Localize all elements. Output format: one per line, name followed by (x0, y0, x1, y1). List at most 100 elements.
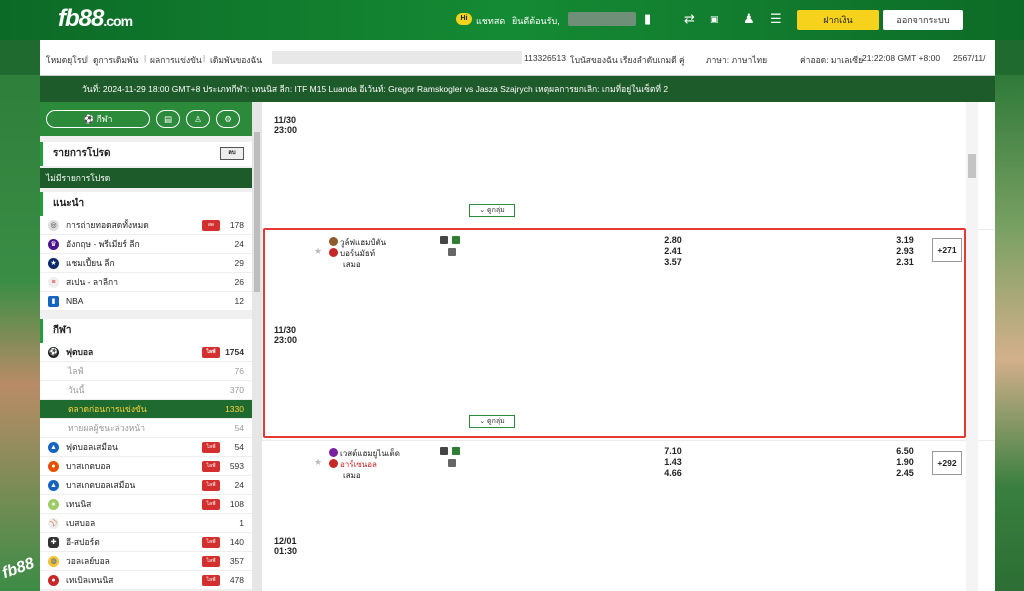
recommended-item-laliga[interactable]: ≡ สเปน - ลาลีกา 26 (40, 273, 252, 292)
promo-icon[interactable]: ▣ (710, 11, 719, 27)
football-sub-today[interactable]: วันนี้ 370 (40, 381, 252, 400)
group-icon[interactable] (448, 248, 456, 256)
match-3-datetime: 12/01 01:30 (274, 536, 298, 556)
match-3-x12-away[interactable]: 1.43 (658, 457, 688, 467)
tab-betslip-icon[interactable]: ▤ (156, 110, 180, 128)
tab-settings-icon[interactable]: ⚙ (216, 110, 240, 128)
live-stream-icon[interactable] (452, 447, 460, 455)
recommended-item-premier-league[interactable]: ♛ อังกฤษ - พรีเมียร์ ลีก 24 (40, 235, 252, 254)
logout-button[interactable]: ออกจากระบบ (883, 10, 963, 30)
odds-type-dropdown[interactable]: คู่ (679, 53, 685, 67)
live-stream-icon[interactable] (452, 236, 460, 244)
expand-markets-button[interactable]: ⌄ ดูกลุ่ม (469, 204, 515, 217)
chat-icon[interactable]: Hi (456, 13, 472, 25)
match-2-x12-draw[interactable]: 3.57 (658, 257, 688, 267)
match-2-ht-x12-draw[interactable]: 2.31 (890, 257, 920, 267)
live-badge: ไลฟ์ (202, 556, 220, 567)
odds-table: 11/30 23:00 ★ วูล์ฟแฮมป์ตัน บอร์นมัธท์ เส… (262, 102, 995, 591)
background-right-image (995, 75, 1024, 591)
sport-item-esports[interactable]: ✚ อี-สปอร์ต ไลฟ์ 140 (40, 533, 252, 552)
clock: 21:22:08 GMT +8:00 (862, 53, 941, 63)
match-3-draw-label: เสมอ (343, 471, 361, 480)
blurred-area (272, 51, 522, 64)
background-left-image (0, 75, 40, 591)
live-badge: ไลฟ์ (202, 537, 220, 548)
live-badge: ไลฟ์ (202, 575, 220, 586)
football-icon: ⚽ (48, 347, 59, 358)
sort-dropdown[interactable]: เรียงลำดับเกมดี (620, 53, 677, 67)
odds-scrollbar[interactable] (966, 102, 978, 591)
match-3-x12-draw[interactable]: 4.66 (658, 468, 688, 478)
match-2-datetime: 11/30 23:00 (274, 325, 298, 345)
user-icon[interactable]: ♟ (743, 11, 755, 27)
laliga-icon: ≡ (48, 277, 59, 288)
sport-item-football[interactable]: ⚽ ฟุตบอล ไลฟ์ 1754 (40, 343, 252, 362)
tab-sports[interactable]: ⚽ กีฬา (46, 110, 150, 128)
sports-header: กีฬา (40, 319, 252, 343)
live-badge: ไลฟ์ (202, 480, 220, 491)
account-number: 113326513 (524, 53, 566, 63)
sport-item-volleyball[interactable]: ◍ วอลเลย์บอล ไลฟ์ 357 (40, 552, 252, 571)
list-icon[interactable]: ☰ (770, 11, 782, 27)
match-3-x12-home[interactable]: 7.10 (658, 446, 688, 456)
match-2-ht-x12-away[interactable]: 2.93 (890, 246, 920, 256)
sport-item-virtual-football[interactable]: ▲ ฟุตบอลเสมือน ไลฟ์ 54 (40, 438, 252, 457)
tab-user-icon[interactable]: ♙ (186, 110, 210, 128)
baseball-icon: ⚾ (48, 518, 59, 529)
announcement-ticker: วันที่: 2024-11-29 18:00 GMT+8 ประเภทกีฬ… (40, 76, 995, 102)
live-badge: ไลฟ์ (202, 461, 220, 472)
transfer-icon[interactable]: ⇄ (684, 11, 695, 27)
favourites-header: รายการโปรด ลบ (40, 142, 252, 166)
sport-item-tennis[interactable]: ● เทนนิส ไลฟ์ 108 (40, 495, 252, 514)
balance-icon[interactable]: ▮ (644, 11, 651, 27)
site-logo[interactable]: fb88.com (58, 5, 133, 33)
bournemouth-crest-icon (329, 248, 338, 257)
odds-format-dropdown[interactable]: ค่าออด: มาเลเซีย (800, 53, 863, 67)
sidebar-scrollbar-thumb[interactable] (254, 132, 260, 292)
menu-item-view-bets[interactable]: ดูการเดิมพัน (93, 53, 138, 67)
favourite-star-icon[interactable]: ★ (314, 246, 322, 257)
westham-crest-icon (329, 448, 338, 457)
expand-markets-button[interactable]: ⌄ ดูกลุ่ม (469, 415, 515, 428)
nba-icon: ▮ (48, 296, 59, 307)
match-2-x12-away[interactable]: 2.41 (658, 246, 688, 256)
top-header: fb88.com Hi แชทสด ยินดีต้อนรับ, ▮ ⇄ ▣ ♟ … (0, 0, 1024, 40)
menu-item-my-bets[interactable]: เดิมพันของฉัน (210, 53, 262, 67)
recommended-header: แนะนำ (40, 192, 252, 216)
live-badge: สด (202, 220, 220, 231)
sport-item-virtual-basketball[interactable]: ▲ บาสเกตบอลเสมือน ไลฟ์ 24 (40, 476, 252, 495)
live-badge: ไลฟ์ (202, 442, 220, 453)
language-dropdown[interactable]: ภาษา: ภาษาไทย (706, 53, 767, 67)
volleyball-icon: ◍ (48, 556, 59, 567)
sport-item-table-tennis[interactable]: ● เทเบิลเทนนิส ไลฟ์ 478 (40, 571, 252, 590)
group-icon[interactable] (448, 459, 456, 467)
sidebar-scrollbar[interactable] (252, 102, 262, 591)
football-sub-outright[interactable]: ทายผลผู้ชนะล่วงหน้า 54 (40, 419, 252, 438)
info-bar: โหมดยุโรป | ดูการเดิมพัน | ผลการแข่งขัน … (40, 40, 995, 76)
recommended-item-champions-league[interactable]: ★ แชมเปี้ยน ลีก 29 (40, 254, 252, 273)
stats-icon[interactable] (440, 236, 448, 244)
favourites-clear-button[interactable]: ลบ (220, 147, 244, 160)
stats-icon[interactable] (440, 447, 448, 455)
recommended-item-nba[interactable]: ▮ NBA 12 (40, 292, 252, 311)
menu-item-results[interactable]: ผลการแข่งขัน (150, 53, 202, 67)
match-2-ht-x12-home[interactable]: 3.19 (890, 235, 920, 245)
match-2-x12-home[interactable]: 2.80 (658, 235, 688, 245)
odds-scrollbar-thumb[interactable] (968, 154, 976, 178)
match-3-ht-x12-home[interactable]: 6.50 (890, 446, 920, 456)
chat-label[interactable]: แชทสด (476, 14, 505, 28)
favourites-empty-text: ไม่มีรายการโปรด (40, 168, 252, 188)
match-2-more-markets-button[interactable]: +271 (932, 238, 962, 262)
football-sub-live[interactable]: ไลฟ์ 76 (40, 362, 252, 381)
recommended-item-live-all[interactable]: ◎ การถ่ายทอดสดทั้งหมด สด 178 (40, 216, 252, 235)
sport-item-basketball[interactable]: ● บาสเกตบอล ไลฟ์ 593 (40, 457, 252, 476)
favourite-star-icon[interactable]: ★ (314, 457, 322, 468)
match-3-ht-x12-away[interactable]: 1.90 (890, 457, 920, 467)
bonus-link[interactable]: โบนัสของฉัน (570, 53, 618, 67)
football-sub-early-market[interactable]: ตลาดก่อนการแข่งขัน 1330 (40, 400, 252, 419)
menu-item-europe-mode[interactable]: โหมดยุโรป (46, 53, 87, 67)
sport-item-baseball[interactable]: ⚾ เบสบอล 1 (40, 514, 252, 533)
match-3-more-markets-button[interactable]: +292 (932, 451, 962, 475)
deposit-button[interactable]: ฝากเงิน (797, 10, 879, 30)
match-3-ht-x12-draw[interactable]: 2.45 (890, 468, 920, 478)
